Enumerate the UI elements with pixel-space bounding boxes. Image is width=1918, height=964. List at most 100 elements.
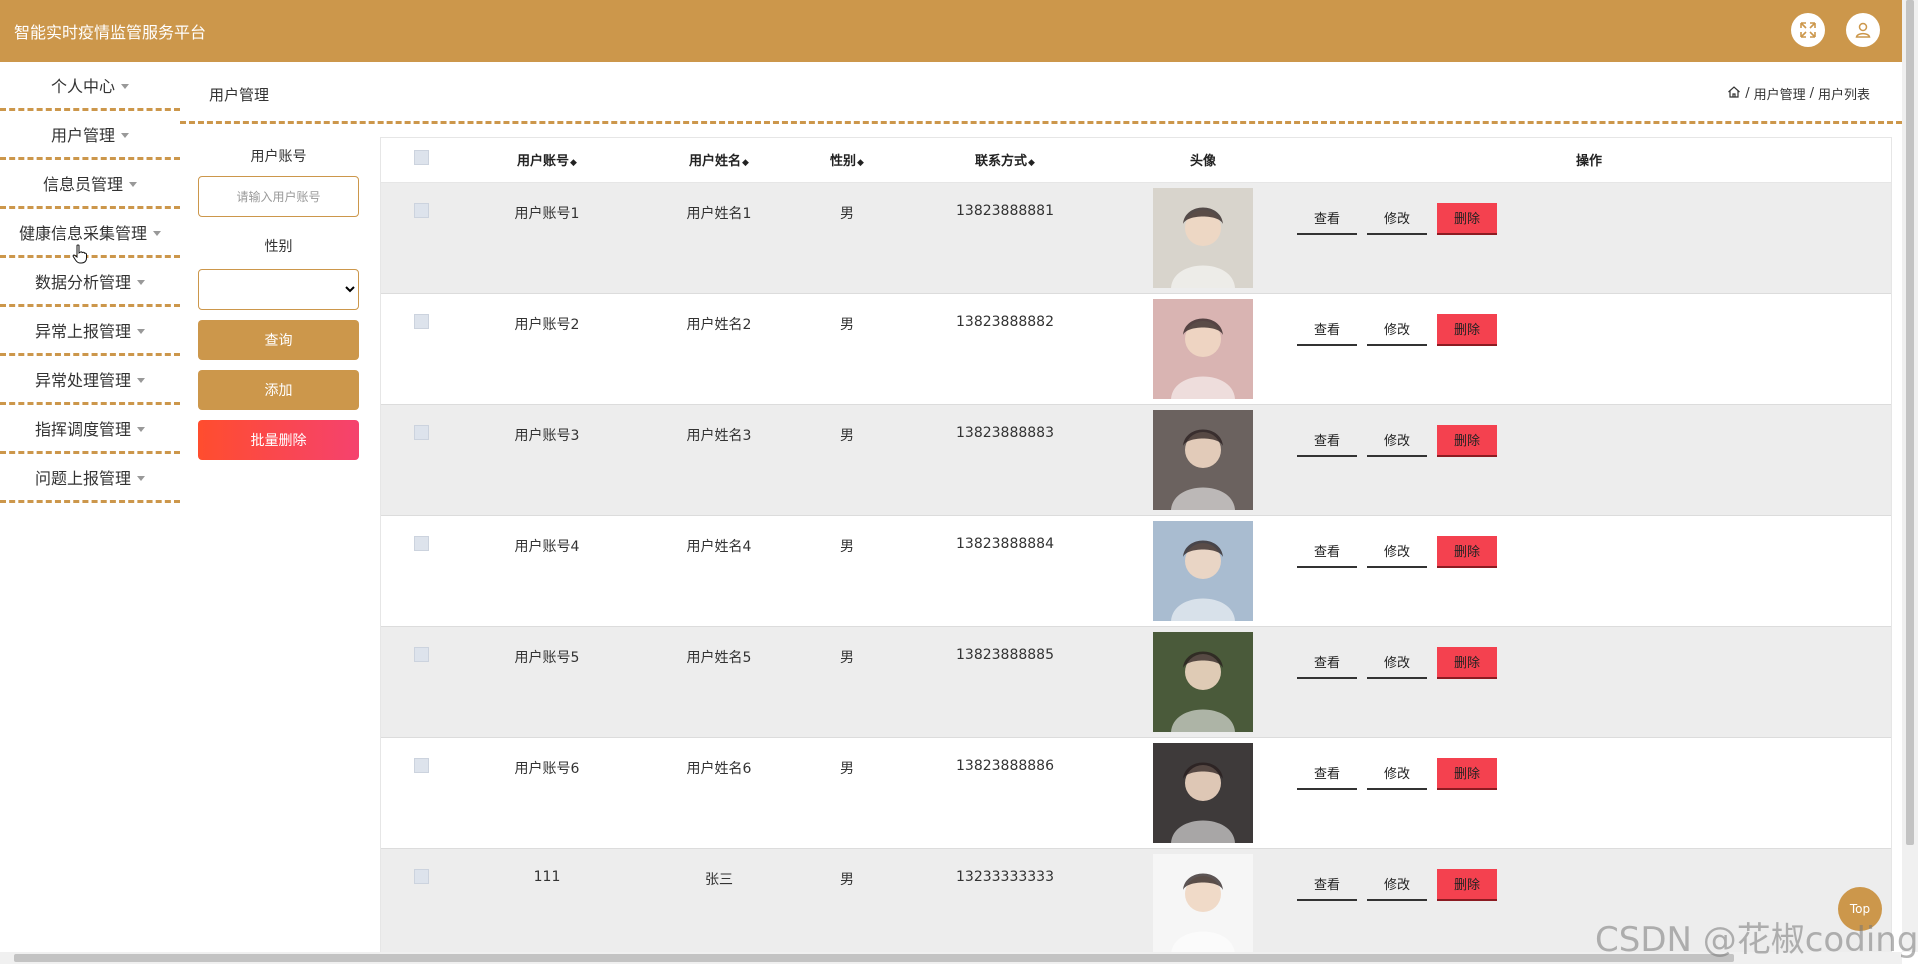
caret-down-icon [137, 377, 145, 383]
edit-button[interactable]: 修改 [1367, 869, 1427, 901]
person-silhouette-icon [1171, 429, 1235, 510]
sidebar-item-anomaly-handling-management[interactable]: 异常处理管理 [0, 356, 180, 405]
account-cell: 用户账号1 [461, 182, 633, 294]
avatar-cell [1121, 182, 1285, 294]
user-table: 用户账号◆ 用户姓名◆ 性别◆ 联系方式◆ 头像 操作 用户账号1 用户姓名1 男 1… [381, 138, 1891, 952]
fullscreen-icon[interactable] [1791, 13, 1825, 47]
table-row: 用户账号3 用户姓名3 男 13823888883 查看 修改 删除 [381, 404, 1891, 516]
avatar-cell [1121, 404, 1285, 516]
sidebar-item-label: 用户管理 [50, 126, 115, 145]
name-cell: 用户姓名5 [633, 626, 805, 738]
select-all-header [381, 138, 461, 183]
name-cell: 用户姓名1 [633, 182, 805, 294]
delete-button[interactable]: 删除 [1437, 424, 1497, 457]
avatar-cell [1121, 293, 1285, 405]
user-table-wrapper: 用户账号◆ 用户姓名◆ 性别◆ 联系方式◆ 头像 操作 用户账号1 用户姓名1 男 1… [380, 137, 1892, 952]
column-header-name[interactable]: 用户姓名◆ [633, 138, 805, 183]
person-silhouette-icon [1171, 762, 1235, 843]
sidebar-item-personal-center[interactable]: 个人中心 [0, 62, 180, 111]
row-checkbox[interactable] [413, 313, 429, 329]
sidebar-item-issue-report-management[interactable]: 问题上报管理 [0, 454, 180, 503]
edit-button[interactable]: 修改 [1367, 314, 1427, 346]
delete-button[interactable]: 删除 [1437, 313, 1497, 346]
row-actions: 查看 修改 删除 [1285, 535, 1891, 568]
row-actions: 查看 修改 删除 [1285, 757, 1891, 790]
caret-down-icon [137, 328, 145, 334]
gender-select[interactable] [198, 269, 359, 310]
table-row: 用户账号5 用户姓名5 男 13823888885 查看 修改 删除 [381, 626, 1891, 738]
row-checkbox[interactable] [413, 202, 429, 218]
view-button[interactable]: 查看 [1297, 314, 1357, 346]
view-button[interactable]: 查看 [1297, 758, 1357, 790]
account-filter-label: 用户账号 [250, 149, 307, 165]
ops-cell: 查看 修改 删除 [1285, 515, 1891, 627]
column-header-phone[interactable]: 联系方式◆ [889, 138, 1121, 183]
view-button[interactable]: 查看 [1297, 425, 1357, 457]
sidebar-item-dispatch-management[interactable]: 指挥调度管理 [0, 405, 180, 454]
view-button[interactable]: 查看 [1297, 647, 1357, 679]
delete-button[interactable]: 删除 [1437, 757, 1497, 790]
row-actions: 查看 修改 删除 [1285, 868, 1891, 901]
home-icon[interactable] [1727, 85, 1741, 103]
caret-down-icon [137, 426, 145, 432]
page-header: 用户管理 / 用户管理 / 用户列表 [180, 62, 1902, 124]
add-button[interactable]: 添加 [198, 370, 359, 410]
sidebar-item-health-info-management[interactable]: 健康信息采集管理 [0, 209, 180, 258]
sidebar-item-data-analysis-management[interactable]: 数据分析管理 [0, 258, 180, 307]
avatar [1153, 409, 1253, 510]
sidebar-item-user-management[interactable]: 用户管理 [0, 111, 180, 160]
avatar-cell [1121, 515, 1285, 627]
horizontal-scrollbar-thumb[interactable] [14, 954, 1734, 962]
avatar [1153, 187, 1253, 288]
select-all-checkbox[interactable] [413, 150, 429, 166]
delete-button[interactable]: 删除 [1437, 202, 1497, 235]
row-checkbox[interactable] [413, 868, 429, 884]
breadcrumb-item-user-list: 用户列表 [1817, 88, 1870, 103]
watermark: CSDN @花椒coding [1595, 920, 1918, 960]
filter-panel: 用户账号 性别 查询 添加 批量删除 [198, 136, 359, 460]
name-cell: 用户姓名2 [633, 293, 805, 405]
edit-button[interactable]: 修改 [1367, 758, 1427, 790]
vertical-scrollbar-thumb[interactable] [1906, 0, 1914, 845]
batch-delete-button[interactable]: 批量删除 [198, 420, 359, 460]
delete-button[interactable]: 删除 [1437, 646, 1497, 679]
row-select-cell [381, 848, 461, 952]
avatar [1153, 631, 1253, 732]
ops-cell: 查看 修改 删除 [1285, 404, 1891, 516]
breadcrumb-item-user-management[interactable]: 用户管理 [1754, 84, 1806, 103]
sidebar-item-label: 指挥调度管理 [34, 420, 131, 439]
account-cell: 用户账号4 [461, 515, 633, 627]
row-select-cell [381, 737, 461, 849]
edit-button[interactable]: 修改 [1367, 203, 1427, 235]
user-icon[interactable] [1846, 13, 1880, 47]
row-checkbox[interactable] [413, 535, 429, 551]
account-cell: 用户账号6 [461, 737, 633, 849]
phone-cell: 13823888884 [889, 515, 1121, 627]
column-header-gender[interactable]: 性别◆ [805, 138, 889, 183]
sidebar-item-label: 异常上报管理 [34, 322, 131, 341]
account-search-input[interactable] [198, 176, 359, 217]
row-select-cell [381, 404, 461, 516]
row-select-cell [381, 182, 461, 294]
delete-button[interactable]: 删除 [1437, 868, 1497, 901]
view-button[interactable]: 查看 [1297, 536, 1357, 568]
row-checkbox[interactable] [413, 424, 429, 440]
caret-down-icon [137, 279, 145, 285]
query-button[interactable]: 查询 [198, 320, 359, 360]
sidebar-item-label: 异常处理管理 [34, 371, 131, 390]
ops-cell: 查看 修改 删除 [1285, 182, 1891, 294]
phone-cell: 13823888882 [889, 293, 1121, 405]
edit-button[interactable]: 修改 [1367, 536, 1427, 568]
view-button[interactable]: 查看 [1297, 869, 1357, 901]
sidebar-item-informant-management[interactable]: 信息员管理 [0, 160, 180, 209]
column-header-account[interactable]: 用户账号◆ [461, 138, 633, 183]
delete-button[interactable]: 删除 [1437, 535, 1497, 568]
person-silhouette-icon [1171, 651, 1235, 732]
row-checkbox[interactable] [413, 646, 429, 662]
row-checkbox[interactable] [413, 757, 429, 773]
edit-button[interactable]: 修改 [1367, 425, 1427, 457]
view-button[interactable]: 查看 [1297, 203, 1357, 235]
sidebar-item-anomaly-report-management[interactable]: 异常上报管理 [0, 307, 180, 356]
vertical-scrollbar[interactable] [1902, 0, 1918, 952]
edit-button[interactable]: 修改 [1367, 647, 1427, 679]
